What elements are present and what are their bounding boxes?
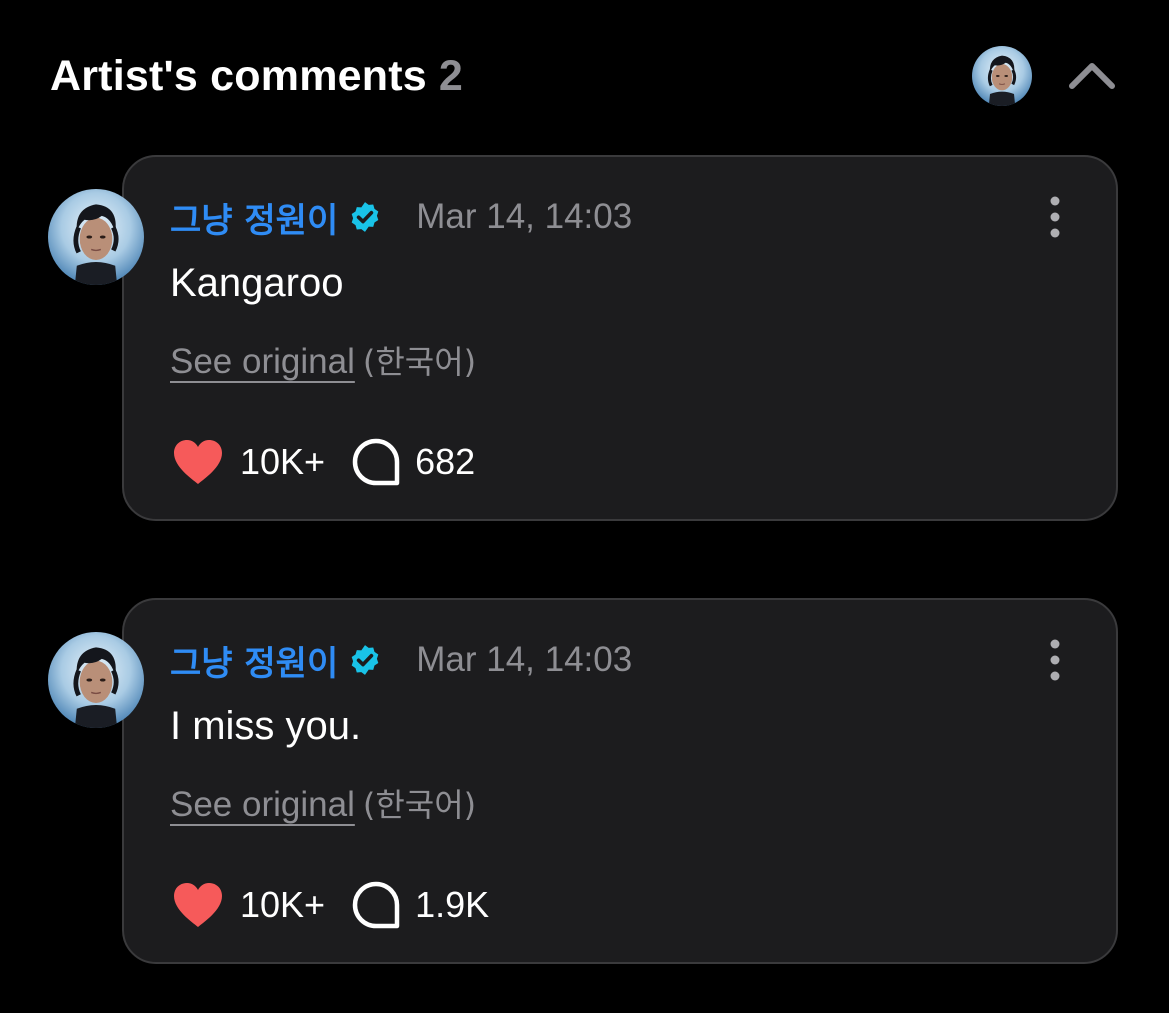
like-count: 10K+ xyxy=(240,441,326,482)
author-name[interactable]: 그냥 정원이 xyxy=(170,636,338,685)
like-count: 10K+ xyxy=(240,884,326,925)
translation-row: See original (한국어) xyxy=(170,337,476,383)
chevron-up-icon xyxy=(1069,63,1115,89)
speech-bubble-icon xyxy=(352,881,400,929)
reply-button[interactable]: 682 xyxy=(351,437,475,487)
collapse-button[interactable] xyxy=(1066,54,1118,94)
avatar-image xyxy=(48,189,144,285)
avatar-image xyxy=(972,46,1032,106)
translation-row: See original (한국어) xyxy=(170,780,476,826)
author-avatar[interactable] xyxy=(48,632,144,728)
more-options-button[interactable] xyxy=(1048,195,1062,239)
comment-header: 그냥 정원이 Mar 14, 14:03 xyxy=(170,193,633,242)
reply-count: 682 xyxy=(415,441,476,482)
more-vertical-icon xyxy=(1050,639,1060,681)
author-name[interactable]: 그냥 정원이 xyxy=(170,193,338,242)
reply-count: 1.9K xyxy=(415,884,490,925)
verified-badge-icon xyxy=(351,202,379,232)
avatar-image xyxy=(48,632,144,728)
comment-card: 그냥 정원이 Mar 14, 14:03 Kangaroo See origin… xyxy=(122,155,1118,521)
section-title-text: Artist's comments xyxy=(50,52,427,100)
heart-icon xyxy=(174,440,222,484)
speech-bubble-icon xyxy=(352,438,400,486)
more-options-button[interactable] xyxy=(1048,638,1062,682)
see-original-link[interactable]: See original xyxy=(170,785,355,824)
comment-timestamp: Mar 14, 14:03 xyxy=(416,197,633,236)
section-header: Artist's comments 2 xyxy=(50,46,1120,108)
comment-actions: 10K+ 682 xyxy=(170,437,475,487)
comment-count: 2 xyxy=(438,52,463,100)
section-title: Artist's comments 2 xyxy=(50,52,463,101)
comment-actions: 10K+ 1.9K xyxy=(170,880,489,930)
comment-body: Kangaroo xyxy=(170,261,344,305)
original-language: (한국어) xyxy=(362,343,477,381)
original-language: (한국어) xyxy=(362,786,477,824)
like-button[interactable]: 10K+ xyxy=(170,880,325,930)
like-button[interactable]: 10K+ xyxy=(170,437,325,487)
comment-timestamp: Mar 14, 14:03 xyxy=(416,640,633,679)
comment-header: 그냥 정원이 Mar 14, 14:03 xyxy=(170,636,633,685)
author-avatar[interactable] xyxy=(48,189,144,285)
more-vertical-icon xyxy=(1050,196,1060,238)
reply-button[interactable]: 1.9K xyxy=(351,880,489,930)
see-original-link[interactable]: See original xyxy=(170,342,355,381)
heart-icon xyxy=(174,883,222,927)
comment-card: 그냥 정원이 Mar 14, 14:03 I miss you. See ori… xyxy=(122,598,1118,964)
verified-badge-icon xyxy=(351,645,379,675)
artist-comments-section: Artist's comments 2 그냥 정원이 Mar 14, 14:03… xyxy=(0,0,1169,1013)
header-artist-avatar[interactable] xyxy=(972,46,1032,106)
comment-body: I miss you. xyxy=(170,704,362,748)
